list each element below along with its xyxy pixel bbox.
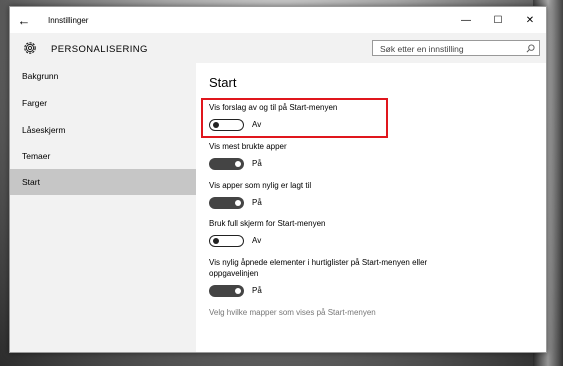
minimize-icon[interactable]: —: [450, 7, 482, 33]
settings-header: PERSONALISERING Søk etter en innstilling: [10, 33, 546, 63]
option-label-recently-added: Vis apper som nylig er lagt til: [209, 181, 312, 190]
toggle-state-suggestions: Av: [252, 120, 262, 129]
close-icon[interactable]: ✕: [514, 7, 546, 33]
toggle-knob: [213, 237, 219, 244]
title-bar: ← Innstillinger — ☐ ✕: [10, 7, 546, 33]
sidebar-item-farger[interactable]: Farger: [10, 90, 196, 116]
toggle-suggestions[interactable]: [209, 119, 244, 131]
sidebar-item-laseskjerm[interactable]: Låseskjerm: [10, 117, 196, 143]
gear-icon: [24, 42, 36, 54]
toggle-jump-lists[interactable]: [209, 285, 244, 297]
search-icon[interactable]: [526, 44, 535, 53]
maximize-icon[interactable]: ☐: [482, 7, 514, 33]
sidebar-item-temaer[interactable]: Temaer: [10, 143, 196, 169]
option-label-suggestions: Vis forslag av og til på Start-menyen: [209, 103, 338, 112]
choose-folders-link[interactable]: Velg hvilke mapper som vises på Start-me…: [209, 308, 376, 317]
option-label-most-used: Vis mest brukte apper: [209, 142, 287, 151]
toggle-state-recently-added: På: [252, 198, 262, 207]
toggle-state-full-screen: Av: [252, 236, 262, 245]
sidebar-item-bakgrunn[interactable]: Bakgrunn: [10, 63, 196, 89]
toggle-recently-added[interactable]: [209, 197, 244, 209]
sidebar: Bakgrunn Farger Låseskjerm Temaer Start: [10, 63, 196, 352]
page-category-title: PERSONALISERING: [51, 44, 148, 55]
back-arrow-icon[interactable]: ←: [10, 7, 38, 33]
content-pane: Start Vis forslag av og til på Start-men…: [196, 63, 546, 352]
toggle-state-most-used: På: [252, 159, 262, 168]
window-title: Innstillinger: [48, 15, 89, 25]
toggle-knob: [235, 288, 241, 294]
sidebar-item-start[interactable]: Start: [10, 169, 196, 195]
search-placeholder: Søk etter en innstilling: [380, 44, 464, 54]
settings-window: ← Innstillinger — ☐ ✕ PERSONALISERING Sø…: [9, 6, 547, 353]
toggle-knob: [235, 161, 241, 167]
toggle-full-screen[interactable]: [209, 235, 244, 247]
toggle-knob: [213, 121, 219, 128]
option-label-full-screen: Bruk full skjerm for Start-menyen: [209, 219, 326, 228]
search-input[interactable]: Søk etter en innstilling: [372, 40, 540, 56]
toggle-state-jump-lists: På: [252, 286, 262, 295]
page-title: Start: [209, 75, 237, 90]
toggle-most-used[interactable]: [209, 158, 244, 170]
toggle-knob: [235, 200, 241, 206]
option-label-jump-lists: Vis nylig åpnede elementer i hurtigliste…: [209, 258, 428, 278]
